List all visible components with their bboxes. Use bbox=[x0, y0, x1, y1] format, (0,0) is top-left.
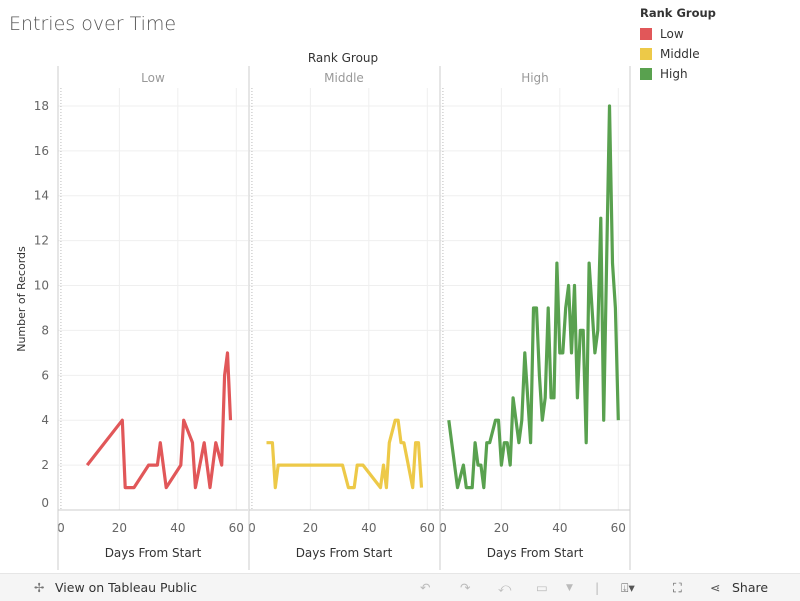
x-tick-label: 40 bbox=[170, 521, 185, 535]
series-line-middle bbox=[266, 418, 424, 490]
y-tick-label: 2 bbox=[41, 458, 49, 472]
y-tick-label: 0 bbox=[41, 496, 49, 510]
x-tick-label: 40 bbox=[361, 521, 376, 535]
y-tick-label: 6 bbox=[41, 368, 49, 382]
share-button[interactable]: Share bbox=[732, 580, 768, 595]
panel-header: High bbox=[521, 71, 549, 85]
x-axis-title: Days From Start bbox=[105, 546, 202, 560]
x-axis-title: Days From Start bbox=[487, 546, 584, 560]
y-tick-label: 12 bbox=[34, 234, 49, 248]
tableau-icon: ✢ bbox=[34, 580, 45, 595]
toolbar: ✢ View on Tableau Public ↶ ↷ ⤺ ▭ ▼ | ⍗▾ … bbox=[0, 573, 800, 601]
revert-icon[interactable]: ⤺ bbox=[498, 580, 511, 596]
panel-header: Low bbox=[141, 71, 165, 85]
y-tick-label: 8 bbox=[41, 323, 49, 337]
y-tick-label: 14 bbox=[34, 189, 49, 203]
y-tick-label: 18 bbox=[34, 99, 49, 113]
y-tick-label: 10 bbox=[34, 279, 49, 293]
refresh-icon[interactable]: ▭ bbox=[536, 580, 548, 595]
x-tick-label: 60 bbox=[420, 521, 435, 535]
y-tick-label: 4 bbox=[41, 413, 49, 427]
fullscreen-icon[interactable]: ⛶ bbox=[673, 580, 682, 596]
x-tick-label: 40 bbox=[552, 521, 567, 535]
panel-header: Middle bbox=[324, 71, 364, 85]
line-chart: Rank Group Number of Records 0 2 4 6 8 10 12 14 16… bbox=[15, 51, 631, 570]
undo-icon[interactable]: ↶ bbox=[420, 580, 430, 595]
x-tick-label: 20 bbox=[494, 521, 509, 535]
download-icon[interactable]: ⍗▾ bbox=[621, 580, 635, 596]
y-axis-title: Number of Records bbox=[15, 246, 28, 352]
redo-icon[interactable]: ↷ bbox=[460, 580, 470, 595]
column-header: Rank Group bbox=[308, 51, 378, 65]
divider: | bbox=[595, 580, 600, 595]
share-icon[interactable]: ⋖ bbox=[710, 580, 720, 595]
series-line-high bbox=[447, 104, 620, 490]
x-tick-label: 60 bbox=[229, 521, 244, 535]
x-tick-label: 20 bbox=[303, 521, 318, 535]
y-tick-label: 16 bbox=[34, 144, 49, 158]
x-tick-label: 20 bbox=[112, 521, 127, 535]
chevron-down-icon[interactable]: ▼ bbox=[566, 583, 573, 593]
view-on-tableau-link[interactable]: View on Tableau Public bbox=[55, 580, 197, 595]
x-axis-title: Days From Start bbox=[296, 546, 393, 560]
x-tick-label: 60 bbox=[611, 521, 626, 535]
